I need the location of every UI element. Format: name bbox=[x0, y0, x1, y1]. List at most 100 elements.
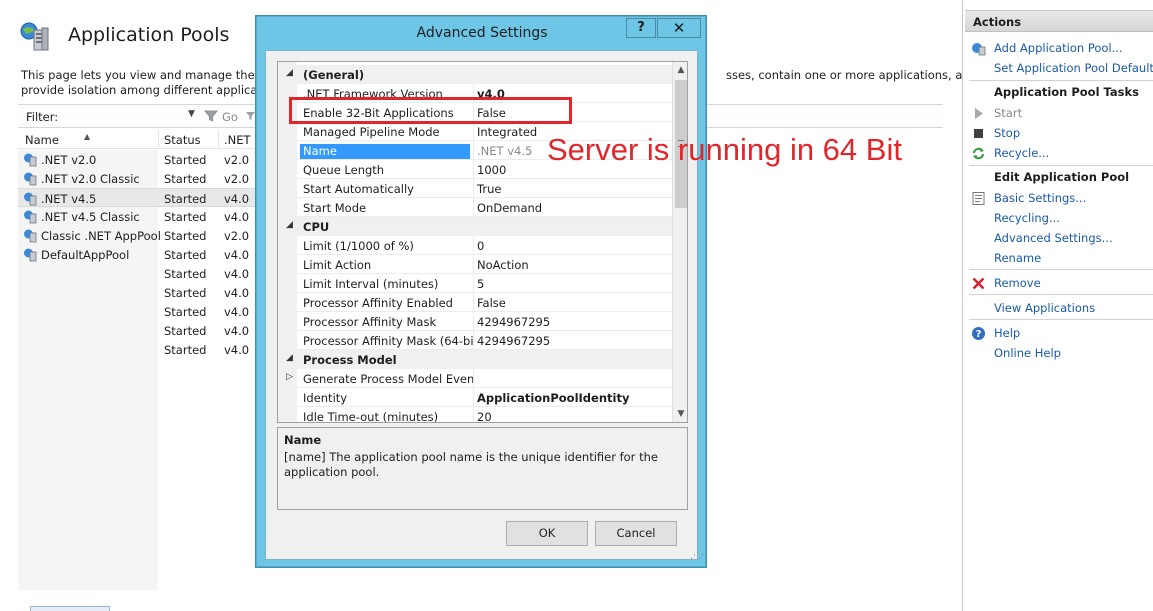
recycling-action[interactable]: Recycling... bbox=[963, 208, 1153, 228]
ok-button[interactable]: OK bbox=[506, 521, 588, 546]
scroll-down-icon[interactable]: ▼ bbox=[673, 406, 687, 422]
view-applications-link[interactable]: View Applications bbox=[994, 301, 1095, 315]
table-row[interactable]: .NET v4.5 Classic Started v4.0 bbox=[18, 207, 258, 226]
value-separator bbox=[473, 255, 474, 274]
table-row[interactable]: DefaultAppPool Started v4.0 bbox=[18, 245, 258, 264]
basic-settings-link[interactable]: Basic Settings... bbox=[994, 191, 1086, 205]
property-value[interactable]: 20 bbox=[477, 410, 667, 422]
filter-input[interactable] bbox=[74, 108, 194, 125]
category-general[interactable]: ◢ (General) bbox=[278, 65, 672, 84]
table-row[interactable]: .NET v4.5 Started v4.0 bbox=[18, 188, 258, 207]
help-link[interactable]: Help bbox=[994, 326, 1020, 340]
page-title: Application Pools bbox=[68, 24, 230, 46]
bottom-view-tab[interactable] bbox=[30, 606, 110, 611]
category-cpu[interactable]: ◢ CPU bbox=[278, 217, 672, 236]
separator bbox=[969, 319, 1153, 320]
recycle-action[interactable]: Recycle... bbox=[963, 143, 1153, 163]
help-button[interactable]: ? bbox=[626, 18, 656, 38]
stop-action[interactable]: Stop bbox=[963, 123, 1153, 143]
collapse-icon[interactable]: ◢ bbox=[286, 353, 293, 363]
rename-action[interactable]: Rename bbox=[963, 248, 1153, 268]
advanced-settings-link[interactable]: Advanced Settings... bbox=[994, 231, 1113, 245]
remove-link[interactable]: Remove bbox=[994, 276, 1041, 290]
funnel-icon[interactable] bbox=[204, 109, 218, 123]
category-process-model[interactable]: ◢ Process Model bbox=[278, 350, 672, 369]
table-row[interactable]: Started v4.0 bbox=[18, 302, 258, 321]
table-row[interactable]: Started v4.0 bbox=[18, 340, 258, 359]
start-link: Start bbox=[994, 106, 1023, 120]
set-defaults-action[interactable]: Set Application Pool Defaults... bbox=[963, 58, 1153, 78]
property-name: Limit (1/1000 of %) bbox=[303, 239, 414, 253]
property-row[interactable]: Start Automatically True bbox=[278, 179, 672, 198]
basic-settings-action[interactable]: Basic Settings... bbox=[963, 188, 1153, 208]
table-row[interactable]: Started v4.0 bbox=[18, 264, 258, 283]
stop-link[interactable]: Stop bbox=[994, 126, 1020, 140]
property-row[interactable]: ▷ Generate Process Model Event L bbox=[278, 369, 672, 388]
go-button[interactable]: Go bbox=[222, 110, 238, 124]
close-button[interactable]: ✕ bbox=[657, 18, 701, 38]
property-row[interactable]: Identity ApplicationPoolIdentity bbox=[278, 388, 672, 407]
expand-icon[interactable]: ▷ bbox=[286, 372, 293, 382]
property-value[interactable]: 4294967295 bbox=[477, 315, 667, 329]
view-applications-action[interactable]: View Applications bbox=[963, 298, 1153, 318]
actions-title: Actions bbox=[973, 15, 1022, 29]
online-help-action[interactable]: Online Help bbox=[963, 343, 1153, 363]
dialog-body: ◢ (General) .NET Framework Version v4.0 Enab… bbox=[265, 50, 707, 561]
advanced-settings-action[interactable]: Advanced Settings... bbox=[963, 228, 1153, 248]
property-row[interactable]: Processor Affinity Mask (64-bit c 4294967… bbox=[278, 331, 672, 350]
help-action[interactable]: ? Help bbox=[963, 323, 1153, 343]
property-row[interactable]: Idle Time-out (minutes) 20 bbox=[278, 407, 672, 422]
property-value[interactable]: False bbox=[477, 296, 667, 310]
table-row[interactable]: Classic .NET AppPool Started v2.0 bbox=[18, 226, 258, 245]
table-row[interactable]: Started v4.0 bbox=[18, 283, 258, 302]
value-separator bbox=[473, 198, 474, 217]
cancel-button[interactable]: Cancel bbox=[595, 521, 677, 546]
rename-link[interactable]: Rename bbox=[994, 251, 1041, 265]
property-row[interactable]: Start Mode OnDemand bbox=[278, 198, 672, 217]
column-header-name[interactable]: Name bbox=[25, 133, 59, 147]
value-separator bbox=[473, 388, 474, 407]
set-defaults-link[interactable]: Set Application Pool Defaults... bbox=[994, 61, 1153, 75]
property-value[interactable]: 0 bbox=[477, 239, 667, 253]
online-help-link[interactable]: Online Help bbox=[994, 346, 1061, 360]
property-value[interactable]: OnDemand bbox=[477, 201, 667, 215]
collapse-icon[interactable]: ◢ bbox=[286, 68, 293, 78]
recycle-link[interactable]: Recycle... bbox=[994, 146, 1049, 160]
property-value[interactable]: ApplicationPoolIdentity bbox=[477, 391, 667, 405]
property-value[interactable]: 5 bbox=[477, 277, 667, 291]
add-app-pool-action[interactable]: Add Application Pool... bbox=[963, 38, 1153, 58]
remove-action[interactable]: Remove bbox=[963, 273, 1153, 293]
table-row[interactable]: .NET v2.0 Started v2.0 bbox=[18, 150, 258, 169]
property-value[interactable]: NoAction bbox=[477, 258, 667, 272]
property-row[interactable]: Limit (1/1000 of %) 0 bbox=[278, 236, 672, 255]
scroll-up-icon[interactable]: ▲ bbox=[673, 62, 687, 79]
chevron-down-icon[interactable]: ▼ bbox=[188, 109, 195, 119]
property-grid-scrollbar[interactable]: ▲ ▼ bbox=[672, 62, 687, 422]
app-pool-icon bbox=[24, 210, 37, 224]
table-row[interactable]: .NET v2.0 Classic Started v2.0 bbox=[18, 169, 258, 188]
property-description: Name [name] The application pool name is… bbox=[277, 427, 688, 510]
property-value[interactable]: 4294967295 bbox=[477, 334, 667, 348]
recycling-link[interactable]: Recycling... bbox=[994, 211, 1060, 225]
property-row[interactable]: Limit Action NoAction bbox=[278, 255, 672, 274]
column-separator[interactable] bbox=[158, 130, 159, 149]
pool-status: Started bbox=[164, 229, 207, 243]
collapse-icon[interactable]: ◢ bbox=[286, 220, 293, 230]
value-separator bbox=[473, 407, 474, 422]
properties-icon bbox=[972, 192, 985, 205]
property-name: Queue Length bbox=[303, 163, 385, 177]
add-app-pool-link[interactable]: Add Application Pool... bbox=[994, 41, 1123, 55]
property-row[interactable]: Limit Interval (minutes) 5 bbox=[278, 274, 672, 293]
column-separator[interactable] bbox=[218, 130, 219, 149]
pool-name: .NET v2.0 Classic bbox=[41, 172, 140, 186]
svg-text:?: ? bbox=[976, 329, 982, 340]
sort-ascending-icon: ▲ bbox=[84, 132, 91, 141]
highlight-box bbox=[289, 97, 572, 124]
column-header-status[interactable]: Status bbox=[164, 133, 201, 147]
pool-net-version: v4.0 bbox=[224, 192, 250, 206]
property-value[interactable]: True bbox=[477, 182, 667, 196]
table-row[interactable]: Started v4.0 bbox=[18, 321, 258, 340]
property-row[interactable]: Processor Affinity Enabled False bbox=[278, 293, 672, 312]
resize-grip-icon[interactable]: ⋰⋰ bbox=[690, 551, 707, 561]
property-row[interactable]: Processor Affinity Mask 4294967295 bbox=[278, 312, 672, 331]
